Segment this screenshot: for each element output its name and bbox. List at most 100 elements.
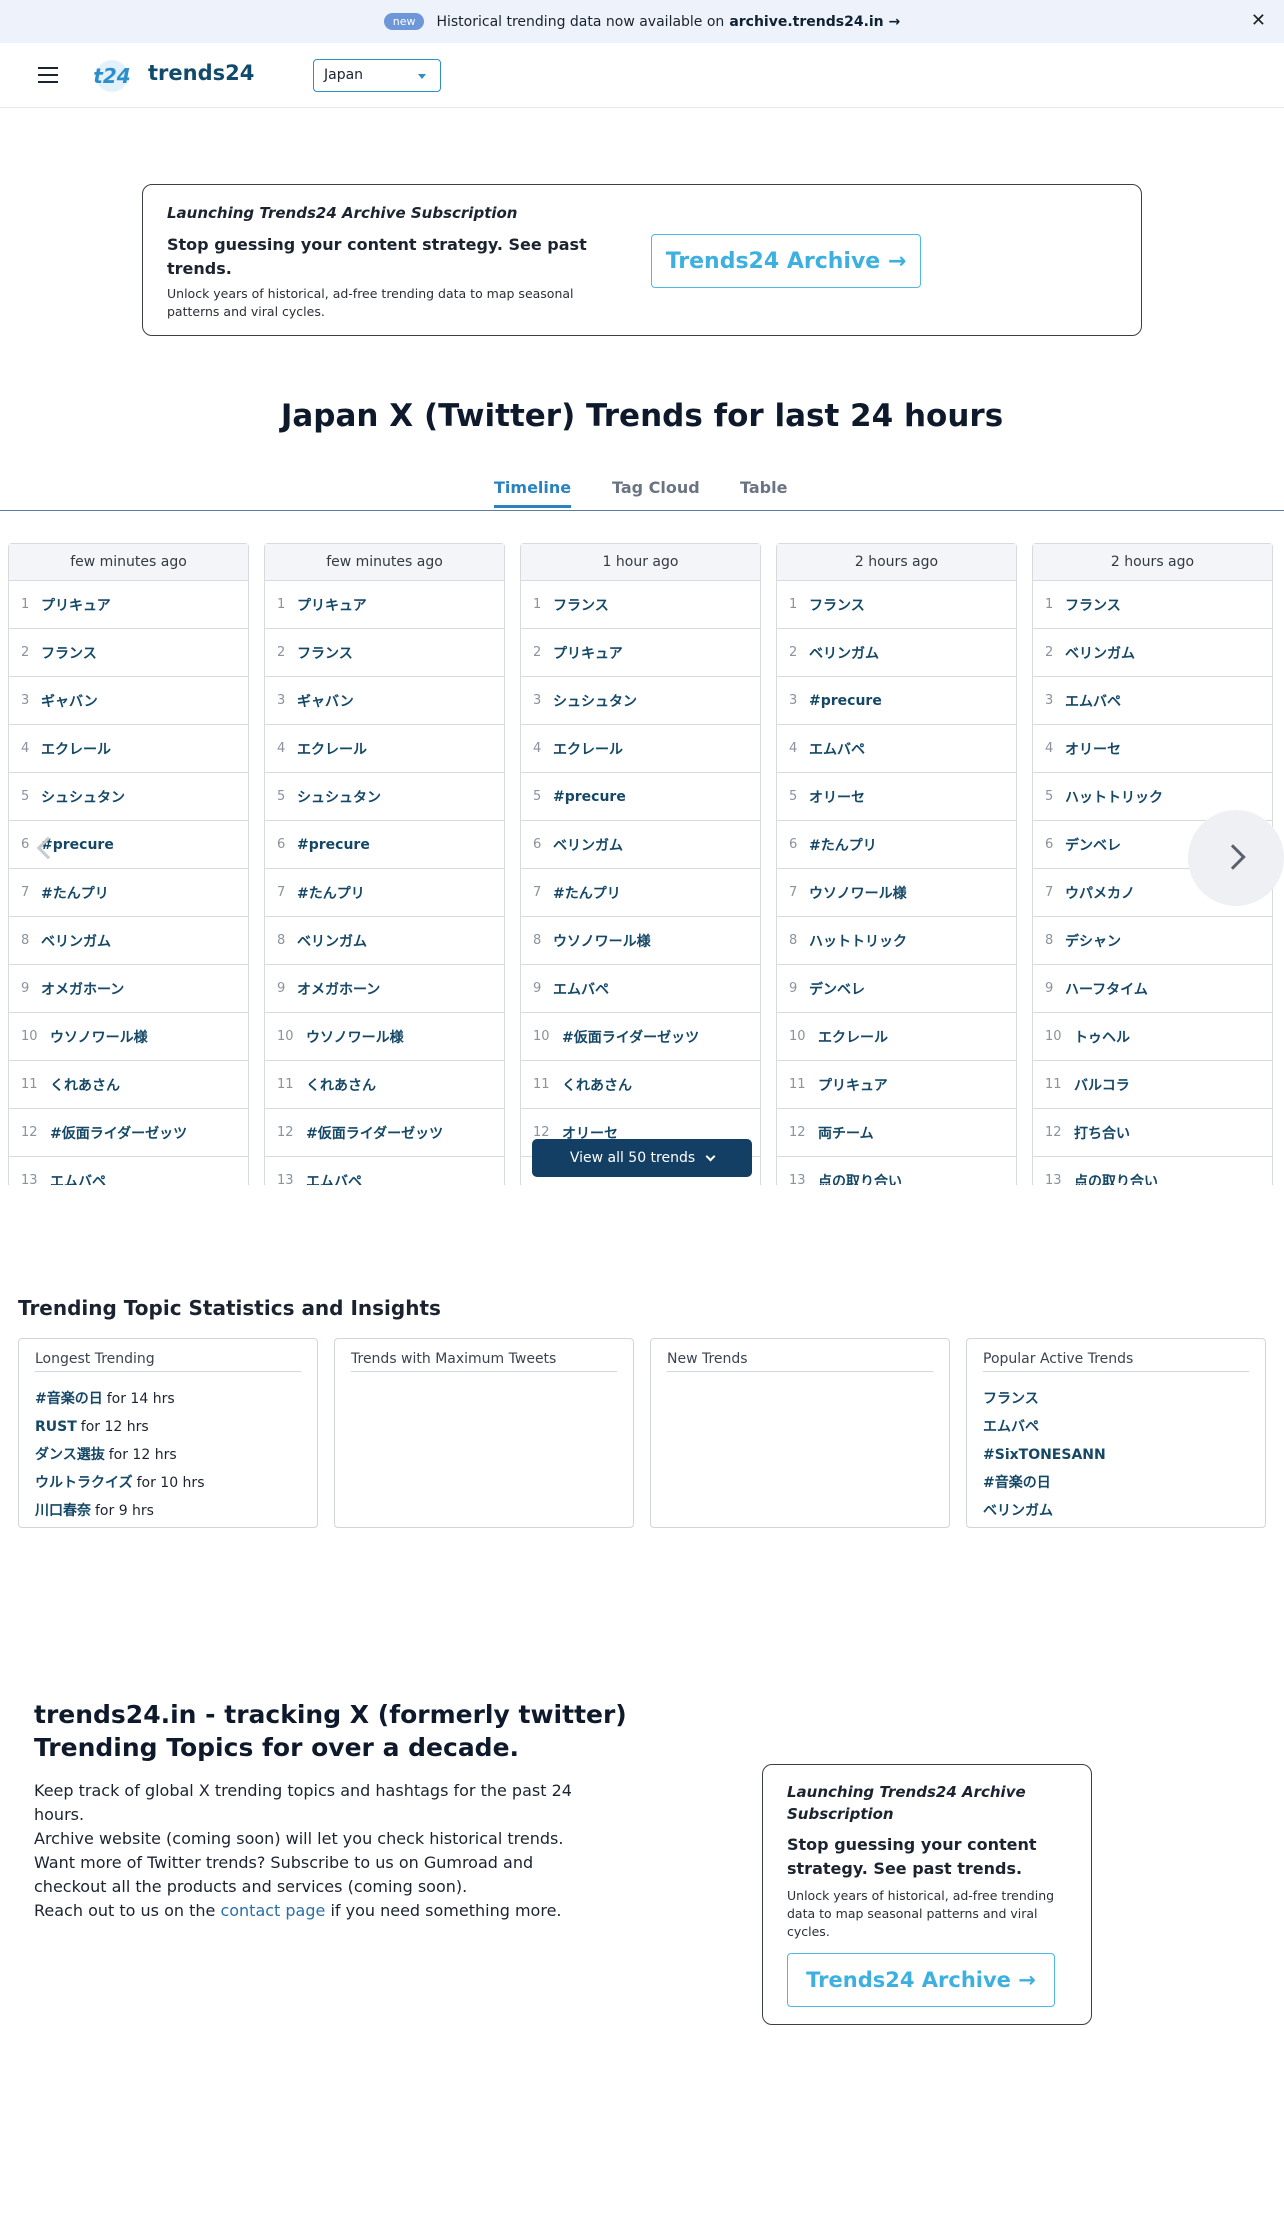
trend-item[interactable]: 12 #仮面ライダーゼッツ — [265, 1109, 504, 1157]
trend-item[interactable]: 4 エムバペ — [777, 725, 1016, 773]
trend-item[interactable]: 4 エクレール — [9, 725, 248, 773]
country-select[interactable]: Japan — [313, 59, 441, 92]
trend-item[interactable]: 12 #仮面ライダーゼッツ — [9, 1109, 248, 1157]
trend-item[interactable]: 2 フランス — [265, 629, 504, 677]
trend-name[interactable]: ベリンガム — [553, 835, 623, 855]
trend-name[interactable]: プリキュア — [553, 643, 623, 663]
trend-item[interactable]: 6 #precure — [265, 821, 504, 869]
stat-trend-link[interactable]: ウルトラクイズ — [35, 1475, 133, 1491]
trend-item[interactable]: 5 シュシュタン — [9, 773, 248, 821]
menu-icon[interactable] — [38, 67, 58, 83]
trend-item[interactable]: 13 エムバペ — [265, 1157, 504, 1185]
trend-item[interactable]: 2 フランス — [9, 629, 248, 677]
trend-item[interactable]: 13 点の取り合い — [1033, 1157, 1272, 1185]
trend-name[interactable]: エクレール — [297, 739, 367, 759]
trend-item[interactable]: 7 #たんプリ — [265, 869, 504, 917]
trend-name[interactable]: #precure — [297, 837, 370, 853]
trend-name[interactable]: オメガホーン — [297, 979, 380, 999]
trend-name[interactable]: エクレール — [553, 739, 623, 759]
trend-name[interactable]: ハーフタイム — [1065, 979, 1148, 999]
trend-item[interactable]: 3 ギャバン — [9, 677, 248, 725]
trend-name[interactable]: フランス — [297, 643, 353, 663]
trend-name[interactable]: エムバペ — [1065, 691, 1121, 711]
trend-name[interactable]: デシャン — [1065, 931, 1121, 951]
scroll-right-icon[interactable] — [1188, 810, 1284, 906]
trend-item[interactable]: 10 トゥヘル — [1033, 1013, 1272, 1061]
trend-name[interactable]: ウソノワール様 — [306, 1027, 404, 1047]
archive-link[interactable]: archive.trends24.in → — [729, 14, 900, 30]
trend-name[interactable]: フランス — [809, 595, 865, 615]
trend-name[interactable]: 両チーム — [818, 1123, 874, 1143]
trend-name[interactable]: オメガホーン — [41, 979, 124, 999]
trend-item[interactable]: 4 エクレール — [521, 725, 760, 773]
trend-name[interactable]: デンベレ — [1065, 835, 1121, 855]
trend-item[interactable]: 7 #たんプリ — [9, 869, 248, 917]
trend-name[interactable]: オリーセ — [809, 787, 865, 807]
trend-name[interactable]: フランス — [553, 595, 609, 615]
trend-name[interactable]: くれあさん — [306, 1075, 376, 1095]
stat-trend-link[interactable]: #音楽の日 — [983, 1475, 1051, 1491]
trend-name[interactable]: プリキュア — [41, 595, 111, 615]
close-icon[interactable]: ✕ — [1251, 10, 1266, 31]
trend-item[interactable]: 3 シュシュタン — [521, 677, 760, 725]
trend-item[interactable]: 1 プリキュア — [9, 581, 248, 629]
trend-item[interactable]: 5 オリーセ — [777, 773, 1016, 821]
trend-name[interactable]: プリキュア — [818, 1075, 888, 1095]
trend-item[interactable]: 6 ベリンガム — [521, 821, 760, 869]
stat-trend-link[interactable]: エムバペ — [983, 1419, 1039, 1435]
view-all-trends-button[interactable]: View all 50 trends — [532, 1139, 752, 1177]
stat-trend-link[interactable]: #SixTONESANN — [983, 1447, 1106, 1463]
trend-item[interactable]: 8 デシャン — [1033, 917, 1272, 965]
trend-item[interactable]: 7 #たんプリ — [521, 869, 760, 917]
trend-name[interactable]: くれあさん — [562, 1075, 632, 1095]
trend-item[interactable]: 2 プリキュア — [521, 629, 760, 677]
contact-page-link[interactable]: contact page — [220, 1901, 325, 1920]
trend-item[interactable]: 6 #たんプリ — [777, 821, 1016, 869]
trend-name[interactable]: デンベレ — [809, 979, 865, 999]
trend-item[interactable]: 8 ベリンガム — [265, 917, 504, 965]
trend-name[interactable]: #precure — [553, 789, 626, 805]
trend-name[interactable]: シュシュタン — [41, 787, 125, 807]
archive-button[interactable]: Trends24 Archive → — [651, 234, 921, 288]
trend-name[interactable]: #仮面ライダーゼッツ — [306, 1123, 443, 1143]
trend-name[interactable]: #仮面ライダーゼッツ — [562, 1027, 699, 1047]
trend-name[interactable]: エムバペ — [50, 1171, 106, 1186]
trend-name[interactable]: #たんプリ — [297, 883, 365, 903]
trend-item[interactable]: 4 オリーセ — [1033, 725, 1272, 773]
trend-item[interactable]: 1 フランス — [777, 581, 1016, 629]
trend-item[interactable]: 9 オメガホーン — [265, 965, 504, 1013]
trend-name[interactable]: くれあさん — [50, 1075, 120, 1095]
trend-item[interactable]: 9 ハーフタイム — [1033, 965, 1272, 1013]
tab-tag-cloud[interactable]: Tag Cloud — [612, 478, 700, 497]
trend-name[interactable]: バルコラ — [1074, 1075, 1130, 1095]
trend-item[interactable]: 3 エムバペ — [1033, 677, 1272, 725]
trend-name[interactable]: ウソノワール様 — [50, 1027, 148, 1047]
trend-item[interactable]: 11 くれあさん — [521, 1061, 760, 1109]
trend-item[interactable]: 10 エクレール — [777, 1013, 1016, 1061]
trend-item[interactable]: 8 ハットトリック — [777, 917, 1016, 965]
trend-name[interactable]: エクレール — [818, 1027, 888, 1047]
trend-name[interactable]: フランス — [1065, 595, 1121, 615]
trend-name[interactable]: #たんプリ — [553, 883, 621, 903]
trend-name[interactable]: ハットトリック — [1065, 787, 1163, 807]
trend-item[interactable]: 2 ベリンガム — [1033, 629, 1272, 677]
trend-item[interactable]: 11 プリキュア — [777, 1061, 1016, 1109]
trend-name[interactable]: ベリンガム — [41, 931, 111, 951]
stat-trend-link[interactable]: ベリンガム — [983, 1503, 1053, 1519]
trend-item[interactable]: 9 エムバペ — [521, 965, 760, 1013]
trend-item[interactable]: 2 ベリンガム — [777, 629, 1016, 677]
trend-item[interactable]: 1 フランス — [521, 581, 760, 629]
trend-item[interactable]: 11 バルコラ — [1033, 1061, 1272, 1109]
trend-name[interactable]: ウソノワール様 — [553, 931, 651, 951]
trend-name[interactable]: シュシュタン — [297, 787, 381, 807]
trend-name[interactable]: ギャバン — [41, 691, 98, 711]
trend-item[interactable]: 8 ウソノワール様 — [521, 917, 760, 965]
trend-name[interactable]: フランス — [41, 643, 97, 663]
trend-item[interactable]: 5 シュシュタン — [265, 773, 504, 821]
trend-item[interactable]: 13 エムバペ — [9, 1157, 248, 1185]
trend-name[interactable]: ギャバン — [297, 691, 354, 711]
trend-name[interactable]: 打ち合い — [1074, 1123, 1130, 1143]
tab-table[interactable]: Table — [740, 478, 787, 497]
trend-item[interactable]: 12 両チーム — [777, 1109, 1016, 1157]
trend-name[interactable]: #precure — [809, 693, 882, 709]
